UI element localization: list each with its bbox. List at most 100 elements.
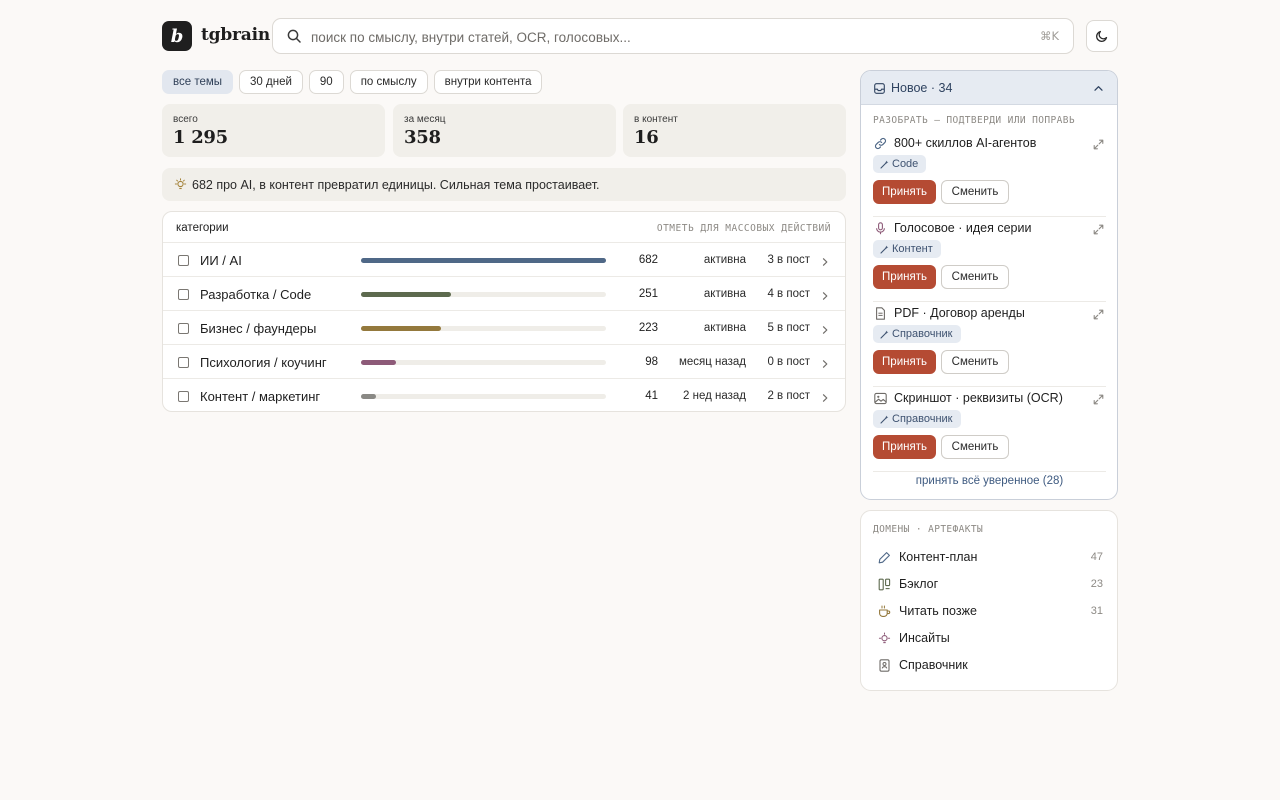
row-checkbox[interactable] [178, 323, 189, 334]
categories-header: категории ОТМЕТЬ ДЛЯ МАССОВЫХ ДЕЙСТВИЙ [163, 212, 845, 243]
sparkle-tag-icon [880, 330, 889, 339]
table-row[interactable]: Психология / коучинг 98 месяц назад 0 в пос… [163, 345, 845, 379]
stat-value: 358 [404, 127, 441, 148]
category-bar-fill [361, 394, 376, 399]
change-button[interactable]: Сменить [941, 350, 1009, 374]
category-count: 98 [645, 356, 658, 368]
inbox-item-tag[interactable]: Справочник [873, 410, 961, 428]
category-name: Бизнес / фаундеры [200, 321, 317, 336]
row-checkbox[interactable] [178, 357, 189, 368]
categories-title: категории [176, 222, 229, 234]
domain-item[interactable]: Бэклог 23 [873, 574, 1106, 596]
domain-item[interactable]: Справочник [873, 655, 1106, 677]
category-name: Контент / маркетинг [200, 389, 321, 404]
accept-all-confident-link[interactable]: принять всё уверенное (28) [873, 475, 1106, 487]
chevron-right-icon[interactable] [820, 322, 830, 340]
category-bar-fill [361, 360, 397, 365]
inbox-item: Голосовое · идея серии Контент Принять Смен… [873, 217, 1106, 302]
inbox-item-title[interactable]: Скриншот · реквизиты (OCR) [894, 391, 1063, 405]
sparkle-tag-icon [880, 245, 889, 254]
accept-button[interactable]: Принять [873, 265, 936, 289]
stat-total: всего 1 295 [162, 104, 385, 157]
category-bar-fill [361, 326, 442, 331]
new-items-subtitle: РАЗОБРАТЬ — ПОДТВЕРДИ ИЛИ ПОПРАВЬ [873, 115, 1075, 126]
row-checkbox[interactable] [178, 255, 189, 266]
row-checkbox[interactable] [178, 289, 189, 300]
category-bar-track [361, 360, 606, 365]
contact-book-icon [878, 659, 891, 677]
category-bar-track [361, 292, 606, 297]
inbox-item: Скриншот · реквизиты (OCR) Справочник Прин… [873, 387, 1106, 472]
category-posts: 4 в пост [767, 288, 810, 300]
category-count: 41 [645, 390, 658, 402]
filter-chips: все темы 30 дней 90 по смыслу внутри кон… [162, 70, 543, 94]
change-button[interactable]: Сменить [941, 435, 1009, 459]
table-row[interactable]: Бизнес / фаундеры 223 активна 5 в пост [163, 311, 845, 345]
bulk-actions-hint: ОТМЕТЬ ДЛЯ МАССОВЫХ ДЕЙСТВИЙ [656, 223, 831, 234]
category-count: 223 [638, 322, 658, 334]
filter-inside-content[interactable]: внутри контента [433, 70, 543, 94]
accept-button[interactable]: Принять [873, 180, 936, 204]
accept-button[interactable]: Принять [873, 435, 936, 459]
filter-by-meaning[interactable]: по смыслу [349, 70, 428, 94]
link-icon [874, 137, 887, 155]
moon-icon [1096, 30, 1108, 42]
stat-label: всего [173, 114, 198, 125]
tag-label: Code [892, 158, 919, 170]
filter-all-topics[interactable]: все темы [162, 70, 234, 94]
expand-icon[interactable] [1093, 392, 1104, 410]
filter-90[interactable]: 90 [308, 70, 344, 94]
category-bar-fill [361, 258, 606, 263]
inbox-item-title[interactable]: PDF · Договор аренды [894, 306, 1025, 320]
expand-icon[interactable] [1093, 307, 1104, 325]
domains-panel: ДОМЕНЫ · АРТЕФАКТЫ Контент-план 47 Бэклог 2… [860, 510, 1118, 691]
lightbulb-icon [174, 178, 187, 190]
inbox-item: 800+ скиллов AI-агентов Code Принять Сменит… [873, 132, 1106, 217]
kanban-icon [878, 578, 891, 596]
chevron-right-icon[interactable] [820, 288, 830, 306]
inbox-item-tag[interactable]: Контент [873, 240, 941, 258]
chevron-right-icon[interactable] [820, 356, 830, 374]
chevron-right-icon[interactable] [820, 254, 830, 272]
theme-toggle-button[interactable] [1086, 20, 1118, 52]
inbox-item-tag[interactable]: Code [873, 155, 927, 173]
table-row[interactable]: ИИ / AI 682 активна 3 в пост [163, 243, 845, 277]
search-bar[interactable]: ⌘K [272, 18, 1074, 54]
categories-table: категории ОТМЕТЬ ДЛЯ МАССОВЫХ ДЕЙСТВИЙ И… [162, 211, 846, 412]
new-items-header[interactable]: Новое · 34 [861, 71, 1117, 105]
domain-item[interactable]: Читать позже 31 [873, 601, 1106, 623]
domain-name: Контент-план [899, 550, 978, 564]
change-button[interactable]: Сменить [941, 265, 1009, 289]
table-row[interactable]: Контент / маркетинг 41 2 нед назад 2 в пост [163, 379, 845, 413]
domain-item[interactable]: Инсайты [873, 628, 1106, 650]
table-row[interactable]: Разработка / Code 251 активна 4 в пост [163, 277, 845, 311]
domain-item[interactable]: Контент-план 47 [873, 547, 1106, 569]
inbox-item-title[interactable]: 800+ скиллов AI-агентов [894, 136, 1036, 150]
chevron-right-icon[interactable] [820, 390, 830, 408]
tag-label: Контент [892, 243, 933, 255]
row-checkbox[interactable] [178, 391, 189, 402]
accept-button[interactable]: Принять [873, 350, 936, 374]
category-posts: 5 в пост [767, 322, 810, 334]
inbox-item-title[interactable]: Голосовое · идея серии [894, 221, 1031, 235]
category-posts: 2 в пост [767, 390, 810, 402]
expand-icon[interactable] [1093, 222, 1104, 240]
domains-subtitle: ДОМЕНЫ · АРТЕФАКТЫ [873, 524, 984, 535]
logo[interactable]: b [162, 21, 192, 51]
filter-30-days[interactable]: 30 дней [239, 70, 303, 94]
stat-value: 16 [634, 127, 659, 148]
category-count: 682 [638, 254, 658, 266]
search-input[interactable] [311, 27, 1011, 47]
insight-text: 682 про AI, в контент превратил единицы.… [192, 177, 600, 192]
category-status: активна [703, 288, 746, 300]
category-name: Разработка / Code [200, 287, 312, 302]
expand-icon[interactable] [1093, 137, 1104, 155]
brand-name: tgbrain [201, 25, 271, 45]
sparkle-tag-icon [880, 415, 889, 424]
inbox-item-tag[interactable]: Справочник [873, 325, 961, 343]
change-button[interactable]: Сменить [941, 180, 1009, 204]
category-bar-track [361, 394, 606, 399]
domain-count: 31 [1090, 605, 1103, 617]
chevron-up-icon[interactable] [1093, 83, 1104, 94]
microphone-icon [874, 222, 887, 240]
